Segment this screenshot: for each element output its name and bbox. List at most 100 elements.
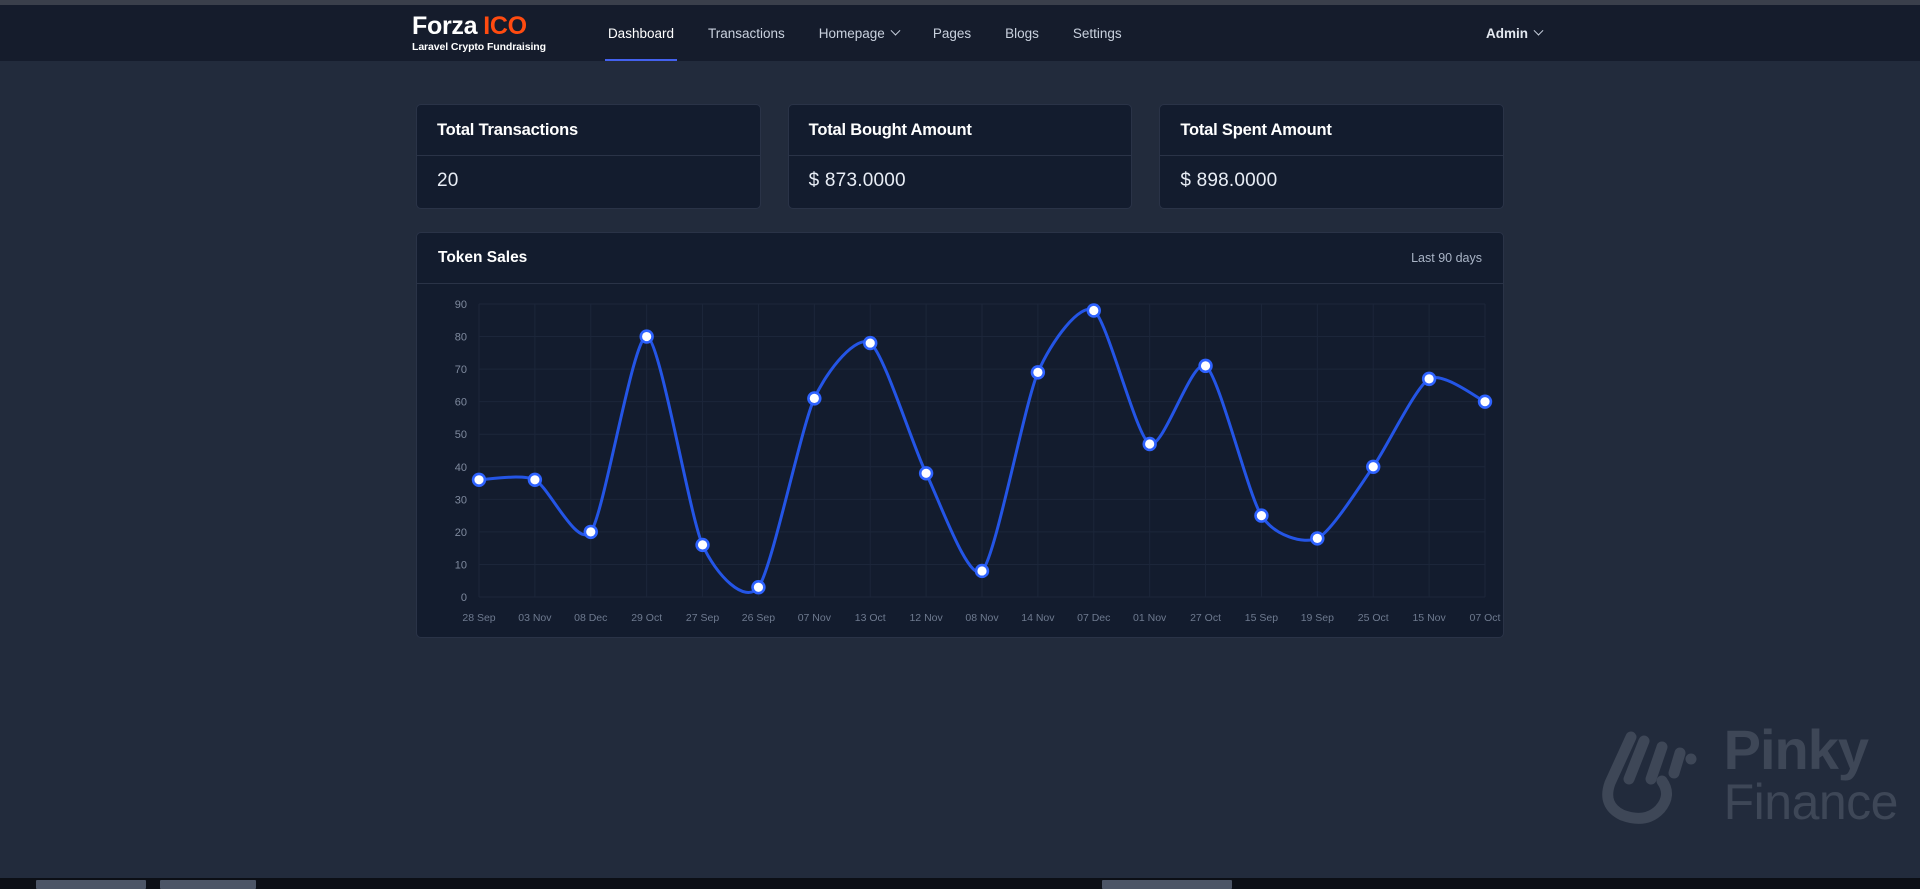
stat-card-header: Total Bought Amount (788, 105, 1132, 156)
stat-card-body: $ 873.0000 (789, 156, 1132, 208)
chevron-down-icon (1533, 25, 1544, 36)
chart-point[interactable]: 01 Nov: 47 (1142, 436, 1157, 452)
panel-header: Token Sales Last 90 days (417, 233, 1503, 284)
token-sales-chart[interactable]: 0 10 20 30 40 50 60 70 80 90 28 Sep 03 Nov 08 Dec 29… (417, 284, 1503, 637)
chart-point[interactable]: 15 Sep: 25 (1254, 508, 1269, 523)
stats-row: Total Transactions 20 Total Bought Amoun… (416, 104, 1505, 209)
stat-card-value: $ 873.0000 (808, 170, 906, 191)
stat-card-body: $ 898.0000 (1160, 156, 1503, 208)
nav-label: Homepage (818, 25, 885, 41)
x-axis-tick: 14 Nov (1021, 612, 1055, 624)
top-navbar: Forza ICO Laravel Crypto Fundraising Dash… (0, 5, 1920, 61)
nav-item-blogs[interactable]: Blogs (988, 5, 1056, 61)
stat-card-total-transactions: Total Transactions 20 (416, 104, 761, 209)
brand-logo[interactable]: Forza ICO Laravel Crypto Fundraising (412, 13, 546, 52)
stat-card-total-spent-amount: Total Spent Amount $ 898.0000 (1159, 104, 1505, 209)
nav-item-transactions[interactable]: Transactions (691, 5, 802, 61)
y-axis-tick: 30 (455, 494, 467, 506)
x-axis-tick: 27 Oct (1190, 612, 1221, 624)
chart-point[interactable]: 15 Nov: 67 (1421, 371, 1437, 387)
logo-dot-icon (1685, 753, 1697, 765)
stat-card-title: Total Transactions (437, 121, 578, 139)
x-axis-tick: 29 Oct (631, 612, 662, 624)
chart-point[interactable]: 13 Oct: 78 (863, 335, 878, 351)
nav-item-settings[interactable]: Settings (1056, 5, 1139, 61)
taskbar-item[interactable] (160, 880, 256, 889)
page-content: Total Transactions 20 Total Bought Amoun… (0, 61, 1920, 889)
y-axis-tick: 50 (455, 429, 467, 441)
os-taskbar[interactable] (0, 878, 1920, 889)
nav-item-dashboard[interactable]: Dashboard (591, 5, 691, 61)
nav-label: Dashboard (607, 25, 674, 41)
taskbar-item[interactable] (1102, 880, 1232, 889)
x-axis-tick: 25 Oct (1358, 612, 1389, 624)
taskbar-item[interactable] (36, 880, 146, 889)
x-axis-tick: 19 Sep (1301, 612, 1334, 624)
chart-point[interactable]: 29 Oct: 80 (639, 329, 654, 344)
x-axis-tick: 08 Nov (965, 612, 999, 624)
x-axis-tick: 27 Sep (686, 612, 719, 624)
x-axis-tick: 12 Nov (909, 612, 943, 624)
y-axis-tick: 60 (455, 397, 467, 409)
y-axis-tick: 10 (455, 559, 467, 571)
nav-item-pages[interactable]: Pages (916, 5, 988, 61)
brand-wordmark: Forza ICO (412, 13, 546, 39)
chart-point[interactable]: 07 Dec: 88 (1086, 303, 1101, 318)
chart-point[interactable]: 07 Oct: 60 (1477, 394, 1493, 409)
x-axis-tick: 15 Nov (1412, 612, 1446, 624)
chart-point[interactable]: 28 Sep: 36 (471, 472, 487, 487)
brand-tagline: Laravel Crypto Fundraising (412, 40, 546, 53)
main-nav: Dashboard Transactions Homepage Pages Bl… (591, 5, 1139, 61)
nav-label: Settings (1072, 25, 1122, 41)
x-axis-tick: 07 Oct (1470, 612, 1501, 624)
watermark-line-1: Pinky (1723, 718, 1869, 782)
y-axis-tick: 40 (455, 462, 467, 474)
y-axis-tick: 90 (455, 299, 467, 311)
x-axis-tick: 07 Dec (1077, 612, 1110, 624)
stat-card-total-bought-amount: Total Bought Amount $ 873.0000 (787, 104, 1133, 209)
brand-word-forza: Forza (412, 12, 478, 41)
chart-point[interactable]: 19 Sep: 18 (1310, 531, 1325, 546)
chart-point[interactable]: 14 Nov: 69 (1030, 365, 1046, 380)
chart-point[interactable]: 08 Nov: 8 (974, 563, 990, 579)
brand-word-ico: ICO (483, 12, 527, 41)
nav-label: Pages (932, 25, 972, 41)
chart-point[interactable]: 03 Nov: 36 (527, 472, 543, 487)
chart-point[interactable]: 27 Sep: 16 (695, 537, 710, 553)
y-axis-tick: 0 (461, 592, 467, 604)
x-axis-tick: 26 Sep (742, 612, 775, 624)
chart-y-axis-labels: 0 10 20 30 40 50 60 70 80 90 (455, 299, 467, 604)
x-axis-tick: 07 Nov (798, 612, 832, 624)
chart-gridlines (478, 303, 1486, 598)
chart-point[interactable]: 07 Nov: 61 (807, 391, 822, 406)
x-axis-tick: 13 Oct (855, 612, 886, 624)
nav-item-homepage[interactable]: Homepage (802, 5, 916, 61)
chart-point[interactable]: 27 Oct: 71 (1198, 358, 1213, 374)
stat-card-value: 20 (437, 170, 459, 191)
nav-label: Transactions (707, 25, 785, 41)
stat-card-header: Total Transactions (417, 105, 760, 156)
x-axis-tick: 28 Sep (462, 612, 495, 624)
chart-point[interactable]: 26 Sep: 3 (751, 580, 766, 595)
pinky-hand-logo-icon (1601, 731, 1697, 824)
watermark-text: Pinky Finance (1723, 718, 1899, 830)
chart-x-axis-labels: 28 Sep 03 Nov 08 Dec 29 Oct 27 Sep 26 Sep 07 N… (462, 612, 1500, 624)
pinky-finance-watermark: Pinky Finance (1598, 718, 1899, 830)
y-axis-tick: 70 (455, 364, 467, 376)
stat-card-title: Total Bought Amount (808, 121, 972, 139)
token-sales-panel: Token Sales Last 90 days 0 10 20 30 40 50 60 70… (416, 232, 1504, 638)
account-menu[interactable]: Admin (1486, 25, 1544, 41)
account-label: Admin (1486, 25, 1528, 41)
stat-card-title: Total Spent Amount (1180, 121, 1332, 139)
stat-card-value: $ 898.0000 (1180, 170, 1278, 191)
chart-point[interactable]: 12 Nov: 38 (918, 466, 934, 481)
x-axis-tick: 15 Sep (1245, 612, 1278, 624)
stat-card-body: 20 (417, 156, 760, 208)
x-axis-tick: 01 Nov (1133, 612, 1167, 624)
nav-label: Blogs (1005, 25, 1039, 41)
chart-point[interactable]: 25 Oct: 40 (1366, 459, 1381, 474)
chart-point[interactable]: 08 Dec: 20 (583, 524, 598, 540)
chevron-down-icon (890, 25, 901, 36)
line-chart-svg: 0 10 20 30 40 50 60 70 80 90 28 Sep 03 Nov 08 Dec 29… (455, 299, 1501, 624)
watermark-line-2: Finance (1723, 773, 1899, 830)
